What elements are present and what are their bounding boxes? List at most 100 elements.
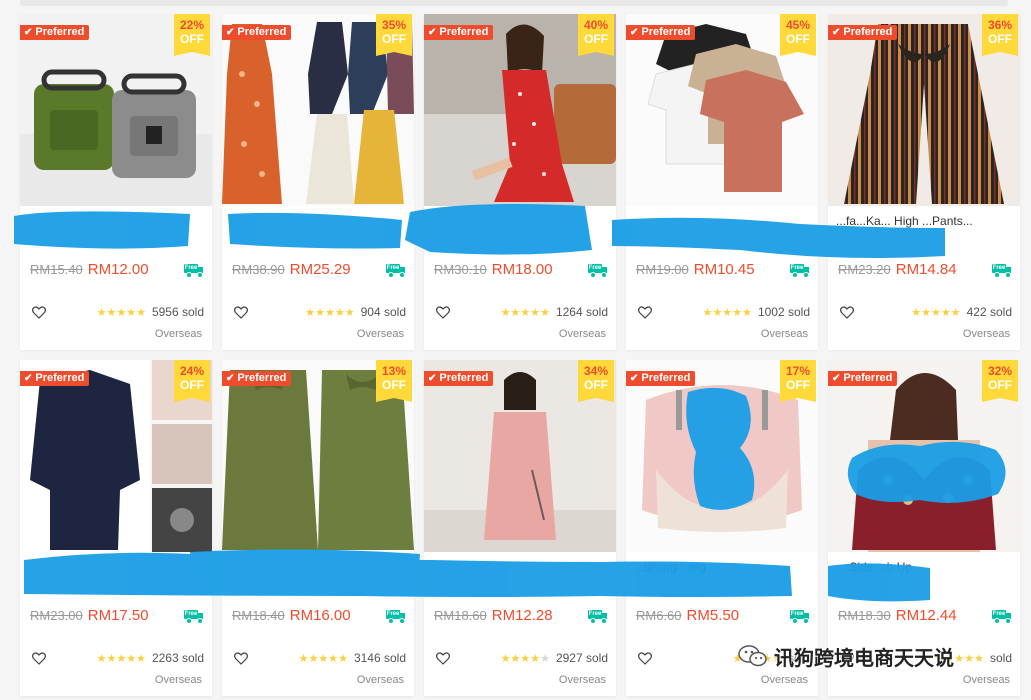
product-title[interactable]: ... Side ...h Up... (836, 558, 1012, 594)
product-title[interactable] (230, 558, 406, 594)
star-empty-icon: ★ (540, 652, 550, 665)
preferred-label: Preferred (439, 372, 489, 384)
shipping-location: Overseas (760, 328, 808, 340)
preferred-badge: ✔ Preferred (222, 25, 292, 40)
product-card[interactable]: ✔ Preferred 13% OFF RM18.40 RM16.00 Free ★★★★★ 3… (222, 360, 414, 696)
heart-icon[interactable] (234, 652, 248, 665)
product-card[interactable]: ✔ Preferred 35% OFF RM38.90 RM25.29 Free ★★★★★ 9… (222, 14, 414, 350)
original-price: RM15.40 (30, 261, 83, 277)
star-icon: ★ (510, 306, 521, 319)
rating-stars: ★★★★★ (501, 306, 550, 319)
shipping-location: Overseas (558, 328, 606, 340)
product-card[interactable]: ✔ Preferred 24% OFF RM23.00 RM17.50 Free ★★★★★ 2… (20, 360, 212, 696)
free-shipping-label: Free (790, 610, 804, 619)
star-icon: ★ (964, 652, 975, 665)
check-icon: ✔ (832, 373, 841, 384)
discount-percent: 45% (785, 18, 811, 32)
original-price: RM18.40 (232, 607, 285, 623)
star-icon: ★ (722, 306, 733, 319)
sold-count: 2263 sold (151, 651, 204, 665)
star-icon: ★ (106, 306, 117, 319)
shipping-location: Overseas (962, 328, 1010, 340)
price-row: RM30.10 RM18.00 (434, 260, 610, 278)
check-icon: ✔ (226, 373, 235, 384)
shipping-location: Overseas (760, 674, 808, 686)
free-shipping-label: Free (386, 264, 400, 273)
product-card[interactable]: ✔ Preferred 22% OFF RM15.40 RM12.00 Free ★★★★★ 5… (20, 14, 212, 350)
product-card[interactable]: ✔ Preferred 40% OFF RM30.10 RM18.00 Free ★★★★★ 1… (424, 14, 616, 350)
free-shipping-icon: Free (184, 610, 204, 624)
preferred-label: Preferred (439, 26, 489, 38)
free-shipping-icon: Free (992, 264, 1012, 278)
star-icon: ★ (520, 652, 531, 665)
star-icon: ★ (974, 652, 984, 665)
preferred-badge: ✔ Preferred (424, 371, 494, 386)
star-icon: ★ (126, 306, 137, 319)
product-title[interactable]: ...ursing ...ing (634, 558, 810, 594)
free-shipping-icon: Free (184, 264, 204, 278)
star-icon: ★ (742, 306, 752, 319)
heart-icon[interactable] (32, 306, 46, 319)
free-shipping-label: Free (184, 610, 198, 619)
check-icon: ✔ (630, 373, 639, 384)
shipping-location: Overseas (356, 674, 404, 686)
heart-icon[interactable] (234, 306, 248, 319)
star-icon: ★ (500, 652, 511, 665)
heart-icon[interactable] (32, 652, 46, 665)
original-price: RM6.60 (636, 607, 682, 623)
product-title[interactable] (634, 212, 810, 248)
discount-percent: 34% (583, 364, 609, 378)
off-label: OFF (988, 32, 1012, 46)
heart-icon[interactable] (436, 652, 450, 665)
free-shipping-label: Free (184, 264, 198, 273)
discount-badge: 34% OFF (578, 360, 614, 402)
star-icon: ★ (931, 306, 941, 319)
check-icon: ✔ (428, 27, 437, 38)
star-icon: ★ (116, 652, 127, 665)
product-title[interactable] (432, 212, 608, 248)
check-icon: ✔ (24, 27, 33, 38)
product-title[interactable]: ...fa...Ka... High ...Pants... (836, 212, 1012, 248)
sold-count: 5956 sold (151, 305, 204, 319)
sale-price: RM12.28 (491, 606, 553, 624)
discount-badge: 45% OFF (780, 14, 816, 56)
free-shipping-icon: Free (992, 610, 1012, 624)
product-card[interactable]: ✔ Preferred 45% OFF RM19.00 RM10.45 Free ★★★★★ 1… (626, 14, 818, 350)
price-row: RM18.30 RM12.44 (838, 606, 1014, 624)
discount-percent: 32% (987, 364, 1013, 378)
preferred-badge: ✔ Preferred (20, 371, 90, 386)
sold-count: 904 sold (360, 305, 406, 319)
product-card[interactable]: ✔ Preferred 36% OFF ...fa...Ka... High ...Pa… (828, 14, 1020, 350)
sale-price: RM25.29 (289, 260, 351, 278)
off-label: OFF (584, 378, 608, 392)
rating-row: ★★★★★ 422 sold (911, 305, 1012, 319)
rating-row: ★★★★★ 2927 sold (501, 651, 608, 665)
shipping-location: Overseas (154, 674, 202, 686)
star-icon: ★ (136, 306, 146, 319)
preferred-badge: ✔ Preferred (20, 25, 90, 40)
product-title[interactable] (28, 212, 204, 248)
product-title[interactable] (230, 212, 406, 248)
off-label: OFF (786, 378, 810, 392)
product-title[interactable] (28, 558, 204, 594)
heart-icon[interactable] (638, 306, 652, 319)
discount-badge: 22% OFF (174, 14, 210, 56)
star-icon: ★ (106, 652, 117, 665)
heart-icon[interactable] (436, 306, 450, 319)
star-icon: ★ (325, 306, 335, 319)
star-icon: ★ (702, 306, 713, 319)
heart-icon[interactable] (840, 306, 854, 319)
star-icon: ★ (921, 306, 931, 319)
price-row: RM38.90 RM25.29 (232, 260, 408, 278)
rating-row: ★★★★★ 904 sold (305, 305, 406, 319)
heart-icon[interactable] (638, 652, 652, 665)
star-icon: ★ (116, 306, 127, 319)
star-icon: ★ (530, 652, 541, 665)
star-icon: ★ (344, 306, 355, 319)
sold-count: 2927 sold (555, 651, 608, 665)
price-row: RM15.40 RM12.00 (30, 260, 206, 278)
sale-price: RM18.00 (491, 260, 553, 278)
off-label: OFF (180, 378, 204, 392)
product-title[interactable] (432, 558, 608, 594)
product-card[interactable]: ✔ Preferred 34% OFF RM18.60 RM12.28 Free ★★★★★ 2… (424, 360, 616, 696)
